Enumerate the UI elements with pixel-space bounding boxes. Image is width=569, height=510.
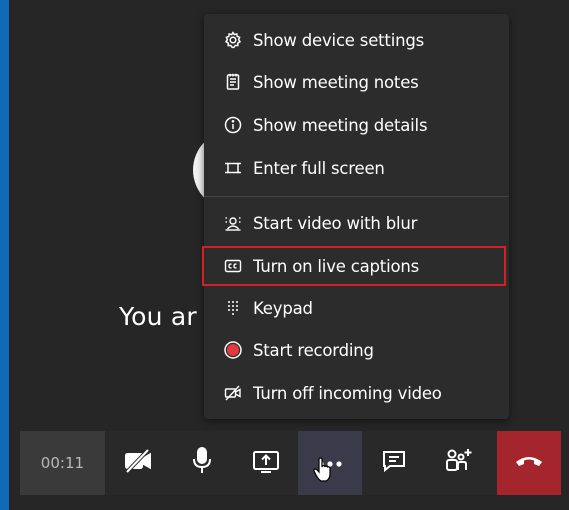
participants-icon	[443, 447, 473, 479]
info-icon	[223, 115, 243, 135]
menu-divider	[204, 196, 509, 197]
hang-up-button[interactable]	[497, 431, 561, 495]
menu-item-show-meeting-details[interactable]: Show meeting details	[204, 105, 509, 145]
keypad-icon	[223, 298, 243, 318]
gear-icon	[223, 30, 243, 50]
chat-icon	[381, 448, 407, 478]
fullscreen-icon	[223, 158, 243, 178]
chat-button[interactable]	[362, 431, 426, 495]
share-screen-button[interactable]	[234, 431, 298, 495]
participants-button[interactable]	[426, 431, 490, 495]
menu-item-keypad[interactable]: Keypad	[204, 288, 509, 328]
menu-item-label: Show device settings	[253, 30, 425, 50]
share-screen-icon	[251, 448, 281, 478]
menu-item-show-device-settings[interactable]: Show device settings	[204, 20, 509, 60]
menu-item-turn-off-incoming-video[interactable]: Turn off incoming video	[204, 373, 509, 413]
more-options-button[interactable]	[297, 431, 362, 495]
call-controls-bar: 00:11	[20, 431, 561, 495]
menu-item-show-meeting-notes[interactable]: Show meeting notes	[204, 62, 509, 102]
captions-icon	[223, 256, 243, 276]
menu-item-start-recording[interactable]: Start recording	[204, 330, 509, 370]
video-off-icon	[223, 383, 243, 403]
blur-icon	[223, 213, 243, 233]
hang-up-icon	[514, 453, 544, 473]
menu-item-label: Turn off incoming video	[253, 383, 442, 403]
more-options-menu: Show device settings Show meeting notes	[204, 14, 509, 419]
menu-item-label: Keypad	[253, 298, 313, 318]
notes-icon	[223, 72, 243, 92]
camera-off-icon	[123, 448, 153, 478]
menu-item-turn-on-live-captions[interactable]: Turn on live captions	[204, 246, 509, 286]
menu-item-label: Turn on live captions	[253, 256, 420, 276]
menu-item-start-video-with-blur[interactable]: Start video with blur	[204, 203, 509, 243]
microphone-icon	[190, 446, 214, 480]
menu-item-enter-full-screen[interactable]: Enter full screen	[204, 148, 509, 188]
menu-item-label: Show meeting notes	[253, 72, 419, 92]
microphone-button[interactable]	[170, 431, 234, 495]
hand-cursor-icon	[312, 457, 334, 487]
menu-item-label: Start recording	[253, 340, 374, 360]
camera-toggle-button[interactable]	[106, 431, 170, 495]
menu-item-label: Show meeting details	[253, 115, 428, 135]
menu-item-label: Start video with blur	[253, 213, 418, 233]
call-timer: 00:11	[20, 431, 105, 495]
record-icon	[223, 340, 243, 360]
stage-caption: You ar	[119, 302, 197, 331]
call-controls	[105, 431, 498, 495]
menu-item-label: Enter full screen	[253, 158, 385, 178]
